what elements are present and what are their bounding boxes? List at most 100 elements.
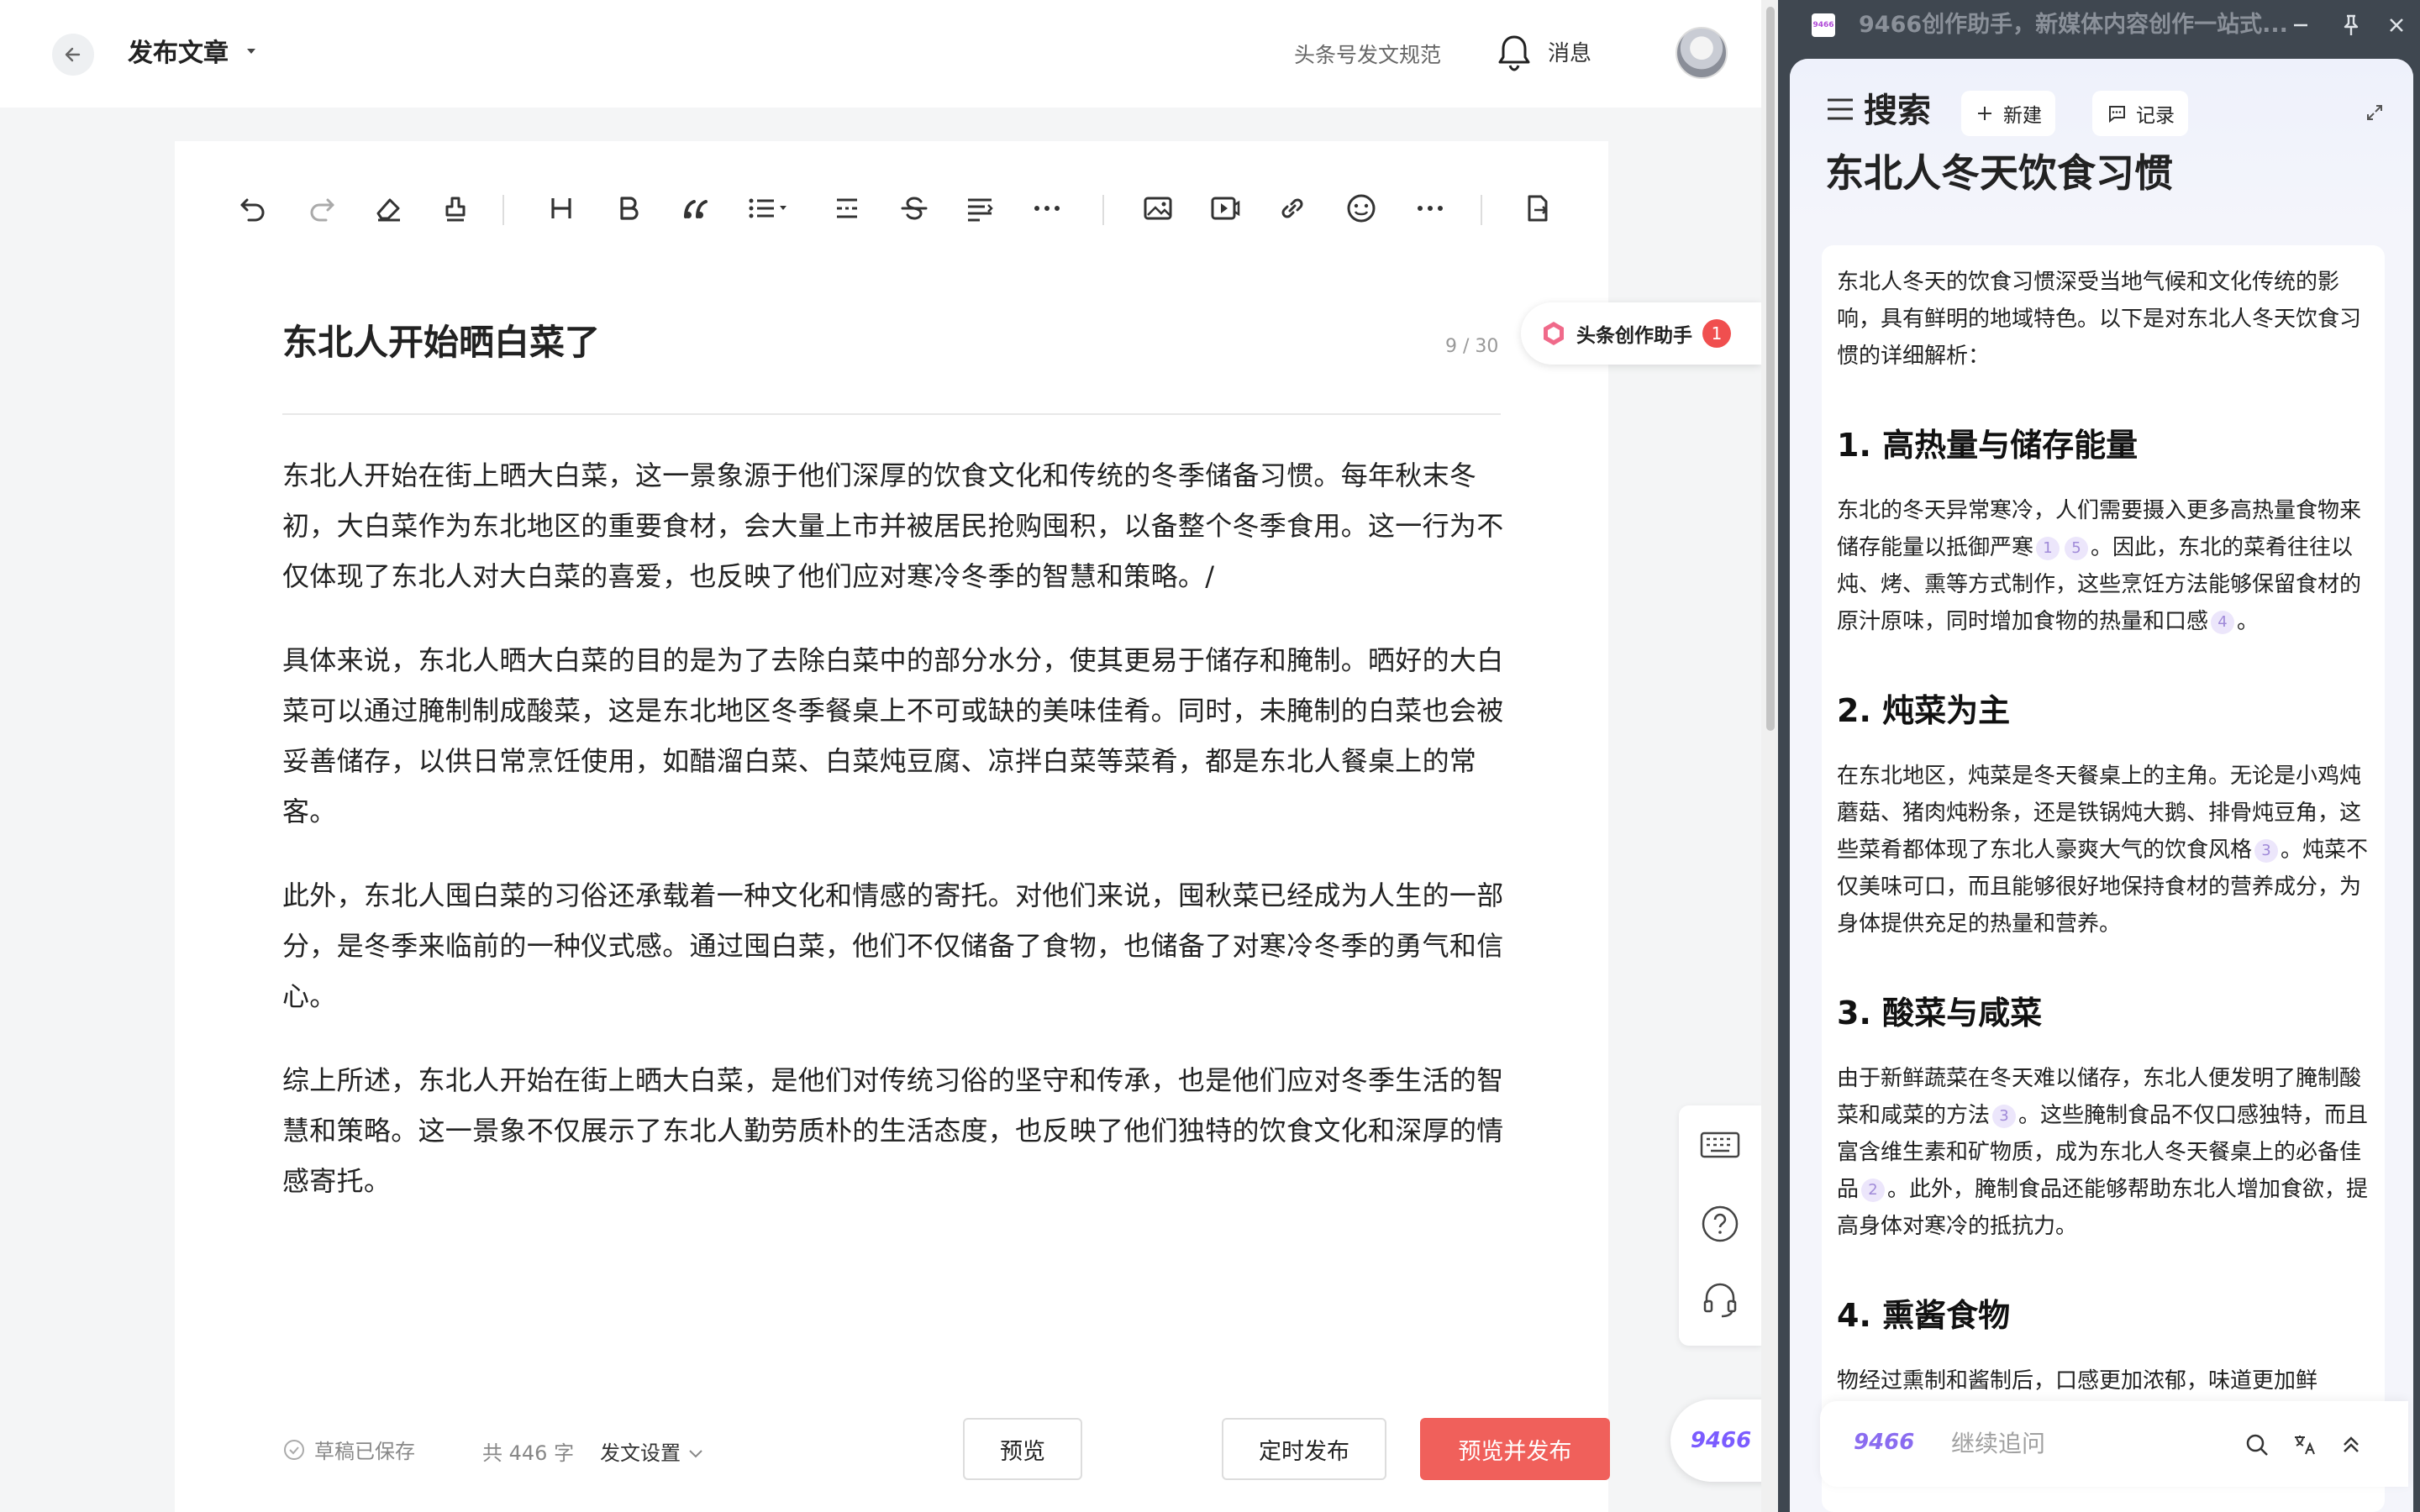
answer-content: 东北人冬天的饮食习惯深受当地气候和文化传统的影响，具有鲜明的地域特色。以下是对东… — [1837, 264, 2375, 1399]
quote-icon[interactable] — [676, 188, 716, 228]
followup-bar: 9466 — [1820, 1401, 2408, 1487]
page-title[interactable]: 发布文章 — [128, 34, 229, 74]
citation-badge[interactable]: 1 — [2036, 537, 2060, 560]
check-circle-icon — [284, 1439, 304, 1460]
citation-badge[interactable]: 5 — [2065, 537, 2089, 560]
title-char-count: 9 / 30 — [1445, 336, 1499, 357]
history-button[interactable]: 记录 — [2092, 91, 2188, 136]
indent-icon[interactable] — [960, 188, 1000, 228]
more-insert-icon[interactable] — [1410, 188, 1450, 228]
pin-icon[interactable] — [2336, 10, 2366, 40]
keyboard-icon[interactable] — [1699, 1124, 1741, 1166]
citation-badge[interactable]: 3 — [2254, 839, 2279, 863]
new-chat-label: 新建 — [2003, 105, 2042, 127]
body-paragraph: 东北人开始在街上晒大白菜，这一景象源于他们深厚的饮食文化和传统的冬季储备习惯。每… — [282, 459, 1504, 592]
editor-paper: 东北人开始晒白菜了 9 / 30 东北人开始在街上晒大白菜，这一景象源于他们深厚… — [175, 141, 1610, 1512]
query-title: 东北人冬天饮食习惯 — [1825, 150, 2173, 196]
collapse-up-icon[interactable] — [2334, 1428, 2368, 1462]
messages-label[interactable]: 消息 — [1548, 37, 1591, 71]
list-icon[interactable] — [743, 188, 797, 228]
assistant-window: 9466 9466创作助手，新媒体内容创作一站式... 搜索 新建 记录 东北人… — [1778, 0, 2420, 1512]
new-chat-button[interactable]: 新建 — [1961, 91, 2055, 136]
body-paragraph: 此外，东北人囤白菜的习俗还承载着一种文化和情感的寄托。对他们来说，囤秋菜已经成为… — [282, 879, 1504, 1012]
close-icon[interactable] — [2381, 10, 2412, 40]
citation-badge[interactable]: 4 — [2211, 611, 2235, 634]
bold-icon[interactable] — [608, 188, 649, 228]
history-label: 记录 — [2136, 105, 2175, 127]
back-button[interactable] — [52, 34, 94, 76]
body-paragraph: 具体来说，东北人晒大白菜的目的是为了去除白菜中的部分水分，使其更易于储存和腌制。… — [282, 644, 1504, 827]
assistant-logo-icon — [1544, 322, 1564, 345]
toolbar-divider — [1102, 195, 1104, 225]
editor-app: 发布文章 头条号发文规范 消息 东北人开始晒白菜了 9 / 30 东北人开始在街… — [0, 0, 1778, 1512]
citation-badge[interactable]: 2 — [1861, 1179, 1886, 1202]
import-document-icon[interactable] — [1518, 188, 1558, 228]
followup-logo: 9466 — [1854, 1430, 1915, 1455]
top-bar: 发布文章 头条号发文规范 消息 — [0, 0, 1761, 108]
article-body-editor[interactable]: 东北人开始在街上晒大白菜，这一景象源于他们深厚的饮食文化和传统的冬季储备习惯。每… — [282, 450, 1509, 1240]
editor-footer: 草稿已保存 共 446 字 发文设置 预览 定时发布 预览并发布 — [282, 1418, 1610, 1485]
back-arrow-icon — [65, 47, 81, 62]
panel-header: 搜索 新建 记录 东北人冬天饮食习惯 — [1790, 59, 2413, 227]
undo-icon[interactable] — [234, 188, 274, 228]
window-title: 9466创作助手，新媒体内容创作一站式... — [1859, 12, 2288, 38]
side-tool-dock — [1679, 1105, 1761, 1346]
answer-card: 东北人冬天的饮食习惯深受当地气候和文化传统的影响，具有鲜明的地域特色。以下是对东… — [1822, 245, 2385, 1512]
customer-service-icon[interactable] — [1699, 1278, 1741, 1320]
bell-icon[interactable] — [1496, 32, 1533, 72]
eraser-icon[interactable] — [368, 188, 408, 228]
publish-settings-dropdown[interactable]: 发文设置 — [600, 1436, 704, 1466]
window-titlebar[interactable]: 9466 9466创作助手，新媒体内容创作一站式... — [1778, 0, 2420, 50]
chevron-down-icon — [688, 1450, 702, 1458]
publishing-rules-link[interactable]: 头条号发文规范 — [1294, 39, 1441, 72]
section-heading: 2. 炖菜为主 — [1837, 692, 2011, 729]
section-body: 在东北地区，炖菜是冬天餐桌上的主角。无论是小鸡炖蘑菇、猪肉炖粉条，还是铁锅炖大鹅… — [1837, 758, 2375, 942]
scrollbar-thumb[interactable] — [1766, 7, 1775, 731]
preview-and-publish-button[interactable]: 预览并发布 — [1420, 1418, 1610, 1480]
editor-toolbar — [225, 175, 1586, 242]
section-heading: 3. 酸菜与咸菜 — [1837, 995, 2043, 1032]
video-icon[interactable] — [1205, 188, 1245, 228]
caret-down-icon[interactable] — [245, 47, 257, 55]
publish-settings-label: 发文设置 — [600, 1441, 681, 1465]
expand-icon[interactable] — [2365, 102, 2385, 123]
creation-assistant-tab[interactable]: 头条创作助手 1 — [1521, 302, 1761, 365]
format-painter-icon[interactable] — [435, 188, 476, 228]
article-title-input[interactable]: 东北人开始晒白菜了 — [282, 318, 600, 368]
draft-saved-label: 草稿已保存 — [314, 1440, 415, 1463]
draft-saved-status: 草稿已保存 — [282, 1435, 415, 1464]
emoji-icon[interactable] — [1341, 188, 1381, 228]
assistant-tab-label: 头条创作助手 — [1576, 325, 1692, 347]
heading-icon[interactable] — [541, 188, 581, 228]
more-format-icon[interactable] — [1027, 188, 1067, 228]
floating-9466-button[interactable]: 9466 — [1670, 1399, 1771, 1482]
app-logo: 9466 — [1812, 13, 1835, 37]
section-text: 。此外，腌制食品还能够帮助东北人增加食欲，提高身体对寒冷的抵抗力。 — [1837, 1177, 2369, 1239]
toolbar-divider — [1481, 195, 1482, 225]
search-icon[interactable] — [2240, 1428, 2274, 1462]
notification-badge: 1 — [1702, 319, 1731, 348]
image-icon[interactable] — [1138, 188, 1178, 228]
toolbar-divider — [502, 195, 504, 225]
followup-input[interactable] — [1951, 1426, 2203, 1460]
section-text: 。 — [2237, 609, 2260, 634]
preview-button[interactable]: 预览 — [963, 1418, 1082, 1480]
schedule-publish-button[interactable]: 定时发布 — [1222, 1418, 1386, 1480]
help-icon[interactable] — [1699, 1203, 1741, 1245]
minimize-icon[interactable] — [2286, 10, 2316, 40]
strikethrough-icon[interactable] — [894, 188, 934, 228]
divider-line-icon[interactable] — [827, 188, 867, 228]
word-count: 共 446 字 — [482, 1441, 575, 1465]
citation-badge[interactable]: 3 — [1992, 1105, 2017, 1128]
section-heading: 4. 熏酱食物 — [1837, 1297, 2011, 1334]
assistant-panel: 搜索 新建 记录 东北人冬天饮食习惯 东北人冬天的饮食习惯深受当地气候和文化传统… — [1790, 59, 2413, 1512]
redo-icon[interactable] — [301, 188, 341, 228]
section-body: 由于新鲜蔬菜在冬天难以储存，东北人便发明了腌制酸菜和咸菜的方法 3 。这些腌制食品不… — [1837, 1060, 2375, 1245]
menu-icon[interactable] — [1825, 96, 1855, 123]
section-body: 物经过熏制和酱制后，口感更加浓郁，味道更加鲜 — [1837, 1368, 2318, 1394]
search-heading: 搜索 — [1864, 92, 1931, 130]
link-icon[interactable] — [1272, 188, 1313, 228]
section-heading: 1. 高热量与储存能量 — [1837, 427, 2139, 464]
avatar[interactable] — [1676, 27, 1728, 79]
translate-icon[interactable] — [2287, 1428, 2321, 1462]
